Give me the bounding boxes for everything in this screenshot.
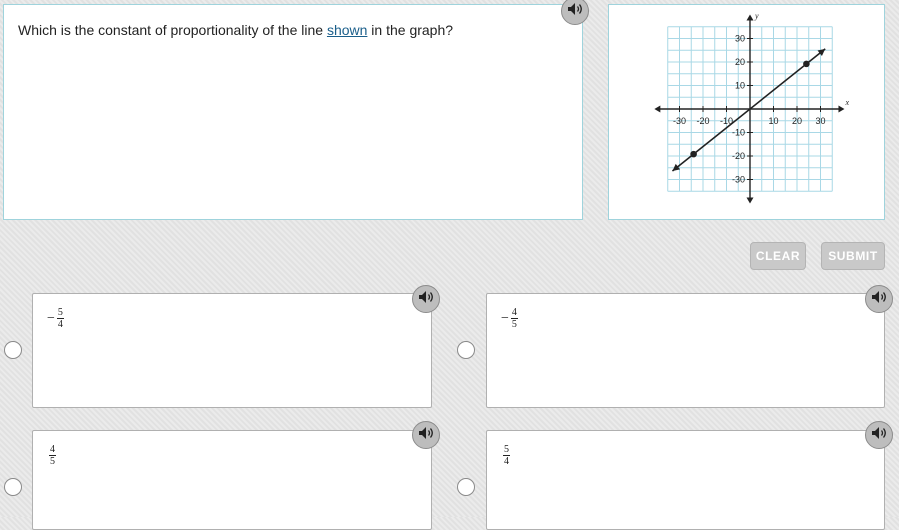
choice-4-radio[interactable] <box>457 478 475 496</box>
choice-2-answer: − 45 <box>501 307 518 330</box>
graph-panel: -30 -20 -10 10 20 30 30 20 10 -10 -20 -30 x y <box>608 4 885 220</box>
question-text: Which is the constant of proportionality… <box>18 22 453 38</box>
choice-3-card[interactable]: 45 <box>32 430 432 530</box>
choice-2-radio[interactable] <box>457 341 475 359</box>
choice-3-numerator: 4 <box>49 444 56 456</box>
clear-button[interactable]: CLEAR <box>750 242 806 270</box>
choice-4-fraction: 54 <box>503 444 510 467</box>
y-tick-label: -10 <box>732 128 745 138</box>
choice-4-denominator: 4 <box>504 456 509 467</box>
choice-3-audio-button[interactable] <box>412 421 440 449</box>
x-axis-label: x <box>844 98 849 107</box>
choice-1-sign: − <box>47 310 55 326</box>
question-text-before: Which is the constant of proportionality… <box>18 22 327 38</box>
choice-4-audio-button[interactable] <box>865 421 893 449</box>
y-tick-label: 20 <box>735 57 745 67</box>
choice-4-numerator: 5 <box>503 444 510 456</box>
choice-1-card[interactable]: − 54 <box>32 293 432 408</box>
choice-2-denominator: 5 <box>511 319 517 330</box>
x-tick-label: 20 <box>792 116 802 126</box>
choice-3-denominator: 5 <box>50 456 55 467</box>
speaker-icon <box>567 2 583 21</box>
choice-4-card[interactable]: 54 <box>486 430 885 530</box>
y-axis-arrow-down <box>746 197 754 204</box>
choice-2-card[interactable]: − 45 <box>486 293 885 408</box>
choice-1-radio[interactable] <box>4 341 22 359</box>
line-point <box>803 60 810 68</box>
speaker-icon <box>418 426 434 445</box>
choice-1-fraction: 54 <box>56 307 64 330</box>
choice-2-sign: − <box>501 310 509 326</box>
choice-2-numerator: 4 <box>510 307 518 319</box>
x-axis-arrow-left <box>654 105 661 113</box>
choice-2-audio-button[interactable] <box>865 285 893 313</box>
y-tick-label: 10 <box>735 81 745 91</box>
choice-1-numerator: 5 <box>56 307 64 319</box>
y-tick-label: 30 <box>735 34 745 44</box>
choice-3-radio[interactable] <box>4 478 22 496</box>
choice-1-audio-button[interactable] <box>412 285 440 313</box>
question-text-after: in the graph? <box>367 22 454 38</box>
speaker-icon <box>871 290 887 309</box>
y-axis-label: y <box>754 12 759 21</box>
submit-button[interactable]: SUBMIT <box>821 242 885 270</box>
choice-4-answer: 54 <box>501 444 510 467</box>
y-tick-label: -20 <box>732 151 745 161</box>
coordinate-graph: -30 -20 -10 10 20 30302010-10-20-30xy <box>654 12 849 204</box>
x-tick-label: -30 <box>673 116 686 126</box>
y-tick-label: -30 <box>732 175 745 185</box>
x-axis-arrow-right <box>838 105 845 113</box>
glossary-link-shown[interactable]: shown <box>327 22 367 38</box>
choice-3-fraction: 45 <box>49 444 56 467</box>
y-axis-arrow-up <box>746 14 754 21</box>
question-audio-button[interactable] <box>561 0 589 25</box>
line-point <box>690 150 697 158</box>
question-panel: Which is the constant of proportionality… <box>3 4 583 220</box>
choice-3-answer: 45 <box>47 444 56 467</box>
speaker-icon <box>871 426 887 445</box>
choice-1-answer: − 54 <box>47 307 64 330</box>
choice-1-denominator: 4 <box>57 319 63 330</box>
x-tick-label: 30 <box>815 116 825 126</box>
choice-2-fraction: 45 <box>510 307 518 330</box>
x-tick-label: 10 <box>768 116 778 126</box>
x-tick-label: -20 <box>696 116 709 126</box>
speaker-icon <box>418 290 434 309</box>
